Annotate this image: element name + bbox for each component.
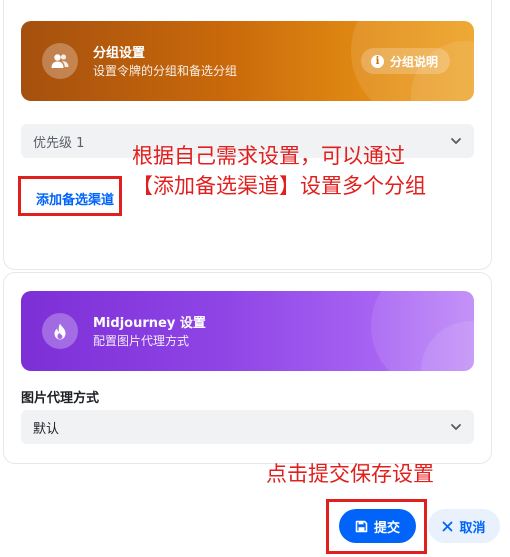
banner-subtitle: 设置令牌的分组和备选分组 [93, 64, 238, 78]
banner-title: 分组设置 [93, 46, 146, 61]
close-icon [443, 521, 453, 531]
group-help-label: 分组说明 [390, 54, 439, 69]
midjourney-settings-card: Midjourney 设置 配置图片代理方式 图片代理方式 默认 [3, 272, 492, 464]
add-channel-hint-line1: 根据自己需求设置，可以通过 [132, 144, 405, 168]
midjourney-settings-banner: Midjourney 设置 配置图片代理方式 [21, 291, 474, 371]
chevron-down-icon [451, 138, 461, 144]
banner-title: Midjourney 设置 [93, 316, 206, 331]
add-channel-hint-line2: 【添加备选渠道】设置多个分组 [132, 174, 426, 198]
group-help-button[interactable]: i 分组说明 [361, 48, 451, 74]
info-icon: i [371, 54, 384, 68]
group-settings-banner: 分组设置 设置令牌的分组和备选分组 i 分组说明 [21, 21, 474, 101]
banner-subtitle: 配置图片代理方式 [93, 334, 190, 348]
cancel-label: 取消 [459, 520, 486, 536]
proxy-mode-select-value: 默认 [33, 421, 60, 437]
submit-label: 提交 [373, 520, 400, 536]
flame-icon [42, 313, 78, 349]
proxy-mode-select[interactable]: 默认 [21, 410, 474, 444]
proxy-mode-label: 图片代理方式 [21, 391, 100, 406]
submit-button[interactable]: 提交 [339, 509, 416, 543]
group-settings-card: 分组设置 设置令牌的分组和备选分组 i 分组说明 优先级 1 添加备选渠道 [3, 0, 492, 270]
priority-select-value: 优先级 1 [33, 135, 85, 151]
cancel-button[interactable]: 取消 [428, 509, 500, 543]
add-channel-highlight-box [18, 176, 122, 216]
chevron-down-icon [451, 424, 461, 430]
save-icon [355, 520, 368, 532]
submit-hint: 点击提交保存设置 [266, 462, 434, 486]
users-icon [42, 43, 78, 79]
